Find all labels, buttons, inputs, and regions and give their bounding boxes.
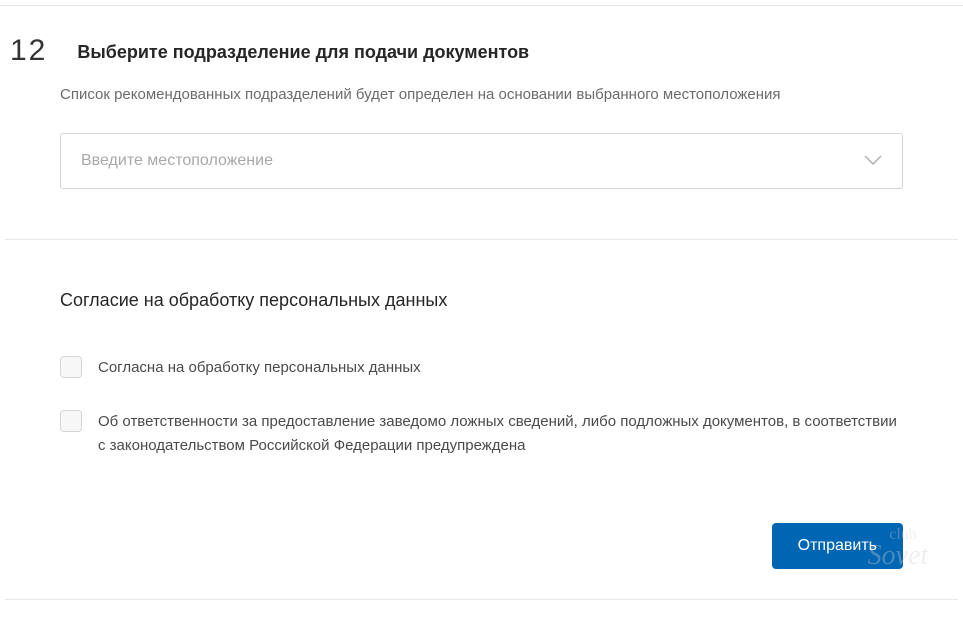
consent-title: Согласие на обработку персональных данны… xyxy=(60,290,903,311)
step-title: Выберите подразделение для подачи докуме… xyxy=(77,36,529,63)
location-select-wrapper: Введите местоположение xyxy=(60,133,903,189)
consent-checkbox-1[interactable] xyxy=(60,356,82,378)
chevron-down-icon xyxy=(864,152,882,170)
bottom-divider xyxy=(5,599,958,600)
step-number: 12 xyxy=(10,36,47,66)
consent-row-2: Об ответственности за предоставление зав… xyxy=(60,410,903,458)
consent-checkbox-2[interactable] xyxy=(60,410,82,432)
step-header: 12 Выберите подразделение для подачи док… xyxy=(0,6,963,86)
consent-label-1: Согласна на обработку персональных данны… xyxy=(98,356,421,380)
submit-row: Отправить xyxy=(0,518,963,599)
submit-button[interactable]: Отправить xyxy=(772,523,903,569)
consent-label-2: Об ответственности за предоставление зав… xyxy=(98,410,903,458)
location-select[interactable]: Введите местоположение xyxy=(60,133,903,189)
consent-row-1: Согласна на обработку персональных данны… xyxy=(60,356,903,380)
location-select-placeholder: Введите местоположение xyxy=(81,152,273,170)
step-description: Список рекомендованных подразделений буд… xyxy=(0,86,963,133)
consent-section: Согласие на обработку персональных данны… xyxy=(0,240,963,518)
